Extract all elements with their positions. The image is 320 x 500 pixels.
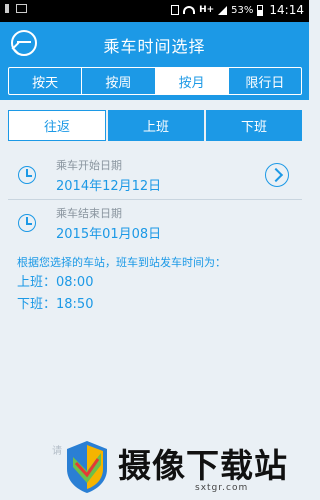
segment-to-work[interactable]: 上班 bbox=[108, 110, 204, 141]
status-bar: H+ 53% 14:14 bbox=[0, 0, 309, 22]
page-title: 乘车时间选择 bbox=[103, 37, 206, 56]
wifi-icon bbox=[183, 6, 196, 14]
tab-by-day[interactable]: 按天 bbox=[9, 68, 83, 94]
app-header: 乘车时间选择 bbox=[0, 22, 309, 64]
to-work-time: 上班：08:00 bbox=[17, 275, 94, 290]
segment-round-trip[interactable]: 往返 bbox=[8, 110, 106, 141]
clock-icon bbox=[18, 166, 36, 184]
trip-type-selector: 往返 上班 下班 bbox=[8, 110, 302, 141]
watermark: 摄像下载站 sxtgr.com bbox=[60, 435, 309, 500]
period-tab-bar: 按天 按周 按月 限行日 bbox=[0, 64, 309, 100]
schedule-info-text: 根据您选择的车站，班车到站发车时间为： bbox=[17, 256, 226, 269]
clock-icon bbox=[18, 214, 36, 232]
battery-percent: 53% bbox=[231, 4, 254, 16]
off-work-time: 下班：18:50 bbox=[17, 297, 94, 312]
clock-time: 14:14 bbox=[269, 3, 304, 17]
battery-icon bbox=[257, 4, 264, 16]
signal-icon bbox=[218, 5, 228, 15]
vibrate-icon bbox=[171, 5, 180, 15]
end-date-row[interactable]: 乘车结束日期 2015年01月08日 bbox=[8, 201, 302, 246]
usb-icon bbox=[5, 4, 9, 13]
divider bbox=[8, 199, 302, 200]
image-icon bbox=[16, 4, 27, 13]
end-date-value: 2015年01月08日 bbox=[56, 227, 162, 242]
tab-restriction-day[interactable]: 限行日 bbox=[229, 68, 301, 94]
segment-off-work[interactable]: 下班 bbox=[206, 110, 302, 141]
tab-by-week[interactable]: 按周 bbox=[82, 68, 156, 94]
watermark-logo bbox=[67, 441, 107, 493]
start-date-row[interactable]: 乘车开始日期 2014年12月12日 bbox=[8, 153, 302, 198]
chevron-right-icon[interactable] bbox=[265, 163, 289, 187]
watermark-url: sxtgr.com bbox=[195, 483, 249, 493]
start-date-value: 2014年12月12日 bbox=[56, 179, 162, 194]
tab-by-month[interactable]: 按月 bbox=[155, 68, 229, 94]
schedule-info: 根据您选择的车站，班车到站发车时间为： 上班：08:00 下班：18:50 bbox=[17, 255, 302, 315]
network-type: H+ bbox=[199, 5, 215, 15]
end-date-label: 乘车结束日期 bbox=[56, 207, 122, 220]
start-date-label: 乘车开始日期 bbox=[56, 159, 122, 172]
watermark-name: 摄像下载站 bbox=[118, 446, 288, 485]
